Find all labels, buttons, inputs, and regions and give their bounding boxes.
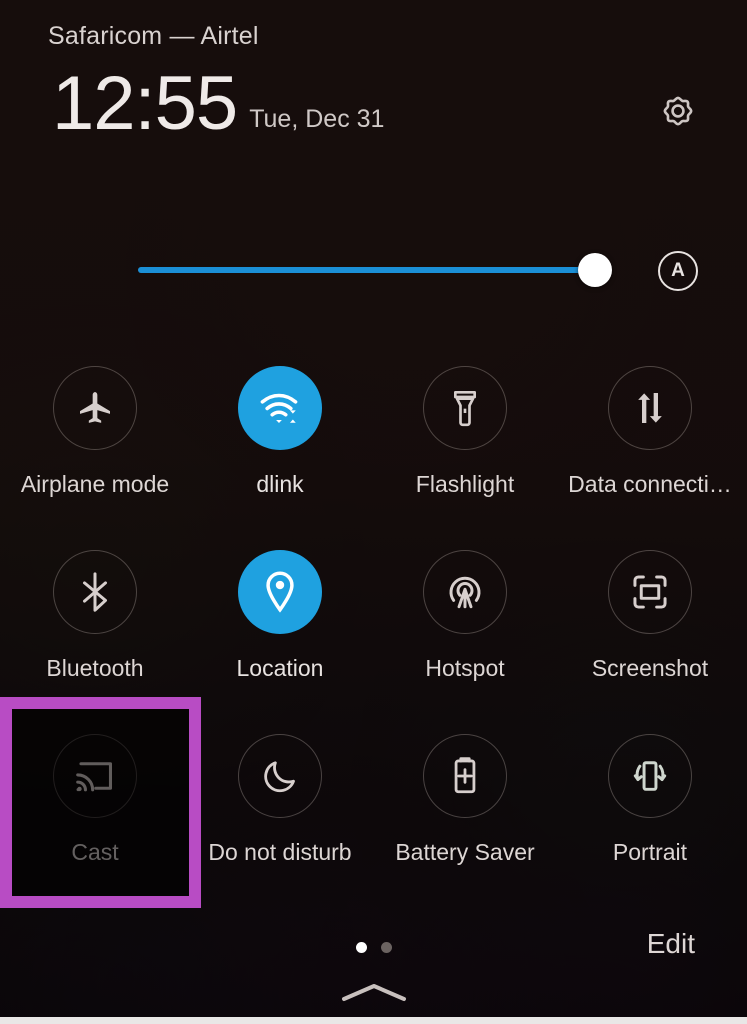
tile-label: dlink: [256, 471, 304, 497]
tile-label: Battery Saver: [395, 839, 535, 865]
page-dot-1[interactable]: [355, 942, 367, 953]
tile-label: Bluetooth: [46, 655, 144, 681]
clock-time: 12:55: [52, 61, 238, 146]
tile-row: Bluetooth Location Hotspot Screenshot: [0, 539, 747, 723]
tile-label: Portrait: [612, 839, 688, 865]
tile-icon-circle: [423, 734, 507, 818]
tile-screenshot[interactable]: Screenshot: [557, 539, 743, 711]
hotspot-icon: [444, 571, 486, 613]
bluetooth-icon: [78, 571, 112, 613]
tile-label: Airplane mode: [20, 471, 170, 497]
clock-row: 12:55 Tue, Dec 31: [52, 64, 384, 144]
edit-button[interactable]: Edit: [647, 928, 695, 960]
brightness-slider-fill: [138, 267, 582, 273]
tile-label: Screenshot: [591, 655, 709, 681]
tile-row: Cast Do not disturb Battery Saver Portra…: [0, 723, 747, 907]
tile-label: Data connecti…: [568, 471, 732, 497]
brightness-slider[interactable]: [138, 267, 600, 273]
tile-icon-circle: [608, 366, 692, 450]
tile-portrait[interactable]: Portrait: [557, 723, 743, 895]
tile-bluetooth[interactable]: Bluetooth: [2, 539, 188, 711]
tile-airplane-mode[interactable]: Airplane mode: [2, 355, 188, 527]
tile-icon-circle: [238, 366, 322, 450]
tile-icon-circle: [238, 550, 322, 634]
tile-location[interactable]: Location: [187, 539, 373, 711]
moon-icon: [260, 756, 300, 796]
page-dot-2[interactable]: [380, 942, 392, 953]
tile-label: Cast: [71, 839, 119, 865]
battery-plus-icon: [449, 755, 481, 797]
tile-icon-circle: [53, 734, 137, 818]
collapse-handle[interactable]: [0, 980, 747, 1006]
tile-icon-circle: [423, 366, 507, 450]
screenshot-icon: [629, 571, 671, 613]
tile-icon-circle: [238, 734, 322, 818]
airplane-icon: [75, 388, 115, 428]
tile-hotspot[interactable]: Hotspot: [372, 539, 558, 711]
auto-brightness-button[interactable]: A: [658, 251, 698, 291]
tile-icon-circle: [53, 366, 137, 450]
bottom-edge-strip: [0, 1017, 747, 1024]
tile-icon-circle: [53, 550, 137, 634]
quick-settings-panel: Safaricom — Airtel 12:55 Tue, Dec 31 A A…: [0, 0, 747, 1024]
cast-icon: [75, 758, 115, 794]
tile-row: Airplane mode dlink Flashlight Data conn…: [0, 355, 747, 539]
data-transfer-icon: [632, 388, 668, 428]
brightness-sun-icon: [46, 247, 92, 293]
page-indicator: [0, 942, 747, 953]
tile-label: Hotspot: [425, 655, 505, 681]
chevron-up-icon: [339, 980, 409, 1006]
brightness-slider-thumb[interactable]: [578, 253, 612, 287]
tile-label: Location: [236, 655, 324, 681]
tile-icon-circle: [608, 550, 692, 634]
tile-battery-saver[interactable]: Battery Saver: [372, 723, 558, 895]
tile-flashlight[interactable]: Flashlight: [372, 355, 558, 527]
tile-icon-circle: [608, 734, 692, 818]
gear-icon: [657, 90, 699, 132]
tile-do-not-disturb[interactable]: Do not disturb: [187, 723, 373, 895]
brightness-row: A: [0, 243, 747, 297]
location-pin-icon: [261, 570, 299, 614]
clock-date: Tue, Dec 31: [249, 105, 385, 133]
flashlight-icon: [446, 388, 484, 428]
auto-brightness-label: A: [671, 260, 685, 281]
settings-button[interactable]: [655, 88, 701, 134]
tile-wifi[interactable]: dlink: [187, 355, 373, 527]
tile-cast[interactable]: Cast: [2, 723, 188, 895]
screen-rotation-icon: [629, 755, 671, 797]
tile-data-connection[interactable]: Data connecti…: [557, 355, 743, 527]
tile-icon-circle: [423, 550, 507, 634]
carrier-label: Safaricom — Airtel: [48, 22, 259, 50]
quick-settings-tiles: Airplane mode dlink Flashlight Data conn…: [0, 355, 747, 907]
wifi-icon: [258, 388, 302, 428]
tile-label: Do not disturb: [208, 839, 352, 865]
tile-label: Flashlight: [415, 471, 515, 497]
